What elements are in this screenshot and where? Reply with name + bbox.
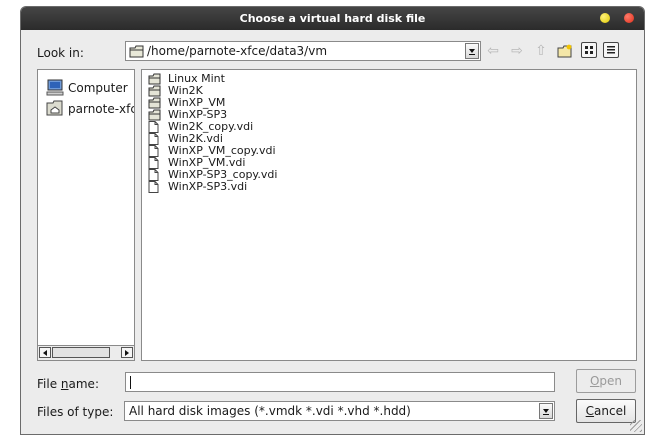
file-icon — [148, 181, 159, 196]
up-arrow-icon[interactable]: ⇧ — [531, 41, 551, 61]
file-dialog: Choose a virtual hard disk file Look in:… — [20, 6, 645, 435]
computer-icon — [46, 79, 64, 100]
look-in-label: Look in: — [37, 46, 84, 60]
folder-item[interactable]: Linux Mint — [148, 73, 636, 85]
open-button[interactable]: Open — [576, 369, 636, 393]
window-title: Choose a virtual hard disk file — [239, 12, 426, 25]
file-name-label: File name: — [37, 377, 99, 391]
detail-view-icon[interactable] — [603, 42, 619, 58]
folder-icon — [129, 45, 144, 61]
file-type-combo[interactable]: All hard disk images (*.vmdk *.vdi *.vhd… — [124, 401, 555, 421]
file-item[interactable]: WinXP-SP3.vdi — [148, 181, 636, 193]
resize-grip[interactable] — [630, 420, 642, 432]
file-list[interactable]: Linux Mint Win2K WinXP_VM WinXP-SP3 Win2K_co… — [141, 69, 637, 361]
text-cursor — [130, 376, 131, 389]
place-label: parnote-xfce — [68, 102, 134, 116]
title-bar[interactable]: Choose a virtual hard disk file — [21, 7, 644, 30]
chevron-down-icon[interactable] — [465, 43, 479, 59]
file-name-input[interactable] — [125, 372, 555, 392]
place-label: Computer — [68, 81, 128, 95]
scroll-left-button[interactable] — [39, 347, 51, 358]
places-sidebar: Computer parnote-xfce — [37, 69, 135, 361]
file-type-label: Files of type: — [37, 405, 114, 419]
scroll-right-button[interactable] — [121, 347, 133, 358]
icon-view-icon[interactable] — [581, 42, 597, 58]
close-button[interactable] — [624, 13, 634, 23]
home-folder-icon — [46, 100, 64, 119]
scroll-thumb[interactable] — [52, 347, 110, 358]
back-arrow-icon[interactable]: ⇦ — [483, 41, 503, 61]
horizontal-scrollbar[interactable] — [38, 345, 134, 360]
cancel-button[interactable]: Cancel — [576, 399, 636, 423]
file-type-value: All hard disk images (*.vmdk *.vdi *.vhd… — [129, 404, 411, 418]
look-in-path: /home/parnote-xfce/data3/vm — [147, 44, 328, 58]
minimize-button[interactable] — [600, 13, 610, 23]
file-label: WinXP-SP3.vdi — [168, 180, 248, 193]
forward-arrow-icon[interactable]: ⇨ — [507, 41, 527, 61]
new-folder-icon[interactable] — [555, 41, 575, 61]
look-in-combo[interactable]: /home/parnote-xfce/data3/vm — [125, 41, 481, 61]
chevron-down-icon[interactable] — [539, 403, 553, 419]
